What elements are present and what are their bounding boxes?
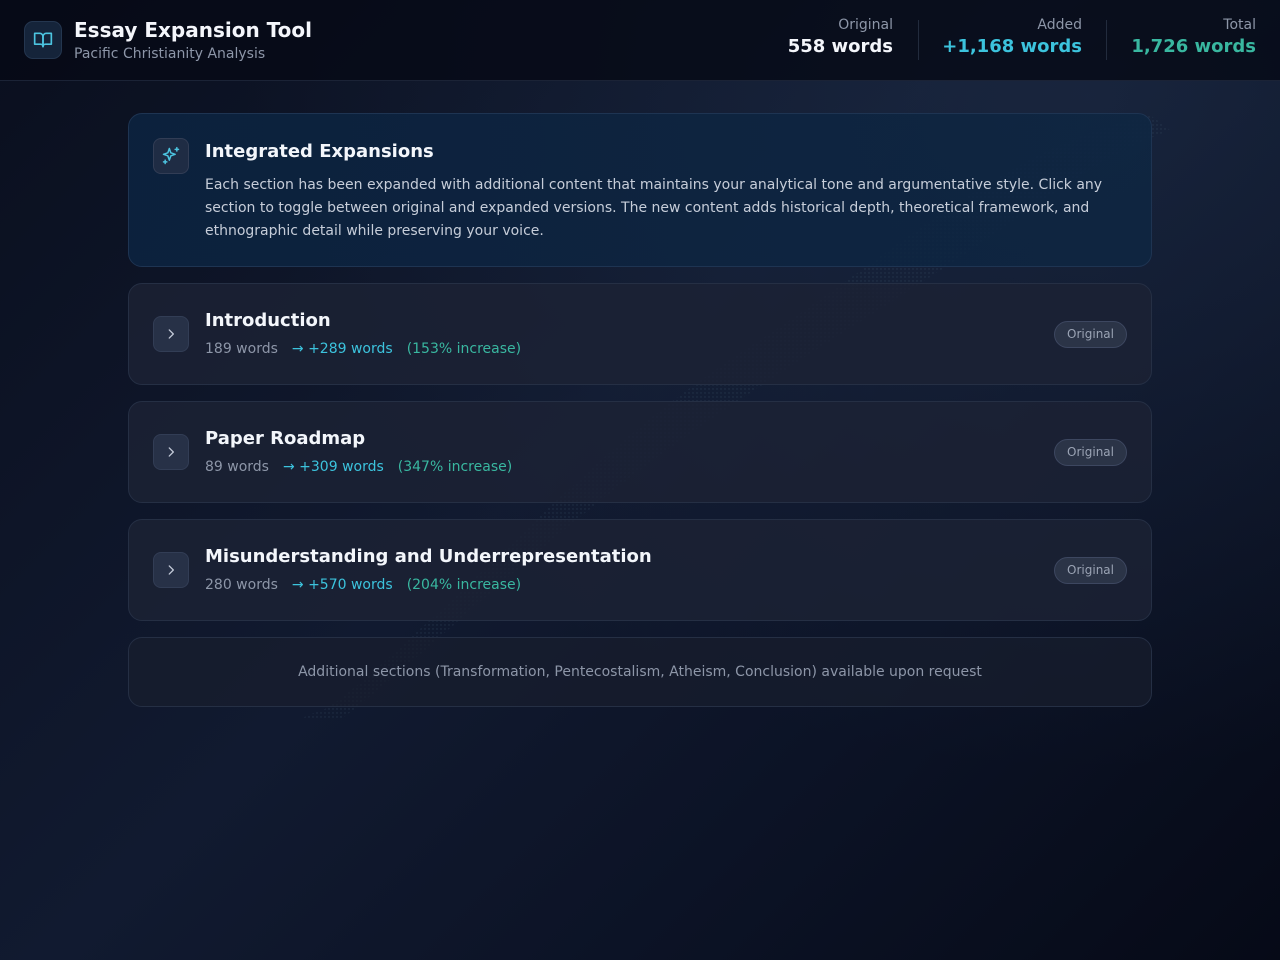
stat-total: Total 1,726 words xyxy=(1131,17,1256,57)
book-open-icon xyxy=(24,21,62,59)
stat-value: 1,726 words xyxy=(1131,36,1256,57)
sparkles-icon xyxy=(153,138,189,174)
section-card-misunderstanding[interactable]: Misunderstanding and Underrepresentation… xyxy=(128,519,1152,621)
stat-original: Original 558 words xyxy=(788,17,893,57)
added-word-count: → +289 words xyxy=(291,341,393,357)
stat-divider xyxy=(918,20,919,60)
version-badge[interactable]: Original xyxy=(1054,557,1127,584)
info-body: Each section has been expanded with addi… xyxy=(205,177,1103,239)
section-meta: 89 words → +309 words (347% increase) xyxy=(205,459,512,475)
version-badge[interactable]: Original xyxy=(1054,439,1127,466)
section-card-introduction[interactable]: Introduction 189 words → +289 words (153% … xyxy=(128,283,1152,385)
section-meta: 280 words → +570 words (204% increase) xyxy=(205,577,521,593)
chevron-right-icon[interactable] xyxy=(153,316,189,352)
chevron-right-icon[interactable] xyxy=(153,434,189,470)
original-word-count: 189 words xyxy=(205,341,278,357)
stat-label: Added xyxy=(1037,17,1082,33)
stat-label: Original xyxy=(838,17,893,33)
additional-sections-note: Additional sections (Transformation, Pen… xyxy=(128,637,1152,707)
increase-percent: (204% increase) xyxy=(406,577,522,593)
chevron-right-icon[interactable] xyxy=(153,552,189,588)
original-word-count: 280 words xyxy=(205,577,278,593)
section-meta: 189 words → +289 words (153% increase) xyxy=(205,341,521,357)
section-title: Misunderstanding and Underrepresentation xyxy=(205,546,652,567)
app-subtitle: Pacific Christianity Analysis xyxy=(74,46,266,62)
stat-label: Total xyxy=(1223,17,1256,33)
app-title: Essay Expansion Tool xyxy=(74,18,312,42)
stat-value: 558 words xyxy=(787,36,893,57)
integrated-expansions-card: Integrated Expansions Each section has b… xyxy=(128,113,1152,267)
added-word-count: → +570 words xyxy=(291,577,393,593)
section-card-paper-roadmap[interactable]: Paper Roadmap 89 words → +309 words (347% … xyxy=(128,401,1152,503)
app-header: Essay Expansion Tool Pacific Christianit… xyxy=(0,0,1280,81)
stat-value: +1,168 words xyxy=(942,36,1082,57)
info-title: Integrated Expansions xyxy=(205,141,434,162)
increase-percent: (347% increase) xyxy=(397,459,513,475)
added-word-count: → +309 words xyxy=(282,459,384,475)
version-badge[interactable]: Original xyxy=(1054,321,1127,348)
original-word-count: 89 words xyxy=(205,459,269,475)
stat-divider xyxy=(1106,20,1107,60)
increase-percent: (153% increase) xyxy=(406,341,522,357)
section-title: Introduction xyxy=(205,310,331,331)
section-title: Paper Roadmap xyxy=(205,428,366,449)
stat-added: Added +1,168 words xyxy=(942,17,1082,57)
